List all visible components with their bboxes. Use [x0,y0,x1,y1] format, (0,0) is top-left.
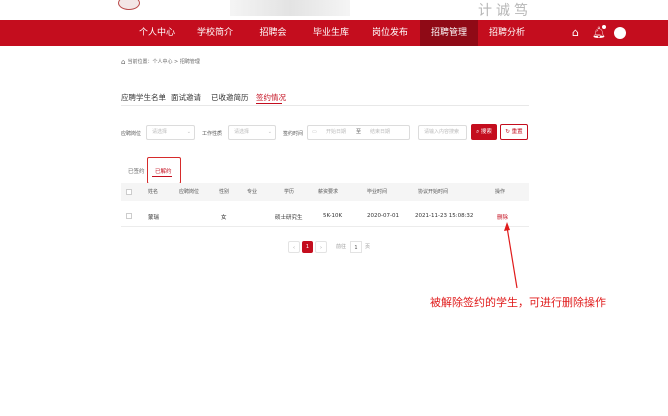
select-all-checkbox[interactable] [126,189,132,195]
position-filter-label: 应聘岗位 [121,131,142,137]
reset-button-label: 重置 [511,129,523,135]
breadcrumb: ⌂ 当前位置：个人中心 > 招聘管理 [121,58,200,66]
job-type-select[interactable]: 请选择 ⌄ [228,125,276,140]
col-gender: 性别 [219,189,230,195]
cell-name: 蒙瑞 [148,215,160,221]
nav-item-graduate-library[interactable]: 毕业生库 [302,20,360,46]
avatar[interactable] [614,27,626,39]
cell-education: 硕士研究生 [275,215,303,221]
tab-interview-invites[interactable]: 面试邀请 [171,92,201,103]
tab-applicants[interactable]: 应聘学生名单 [121,92,166,103]
breadcrumb-prefix: 当前位置： [127,59,153,65]
banner-calligraphy: 计诚笃 [478,3,532,19]
col-name: 姓名 [148,189,159,195]
prev-page-button[interactable]: ‹ [288,241,300,253]
nav-item-post-job[interactable]: 岗位发布 [360,20,420,46]
nav-item-personal-center[interactable]: 个人中心 [128,20,186,46]
notification-badge [601,24,607,30]
job-type-filter-label: 工作性质 [202,131,223,137]
nav-item-job-fair[interactable]: 招聘会 [244,20,302,46]
cell-grad-time: 2020-07-01 [367,213,399,219]
sign-date-range[interactable]: ▭ 开始日期 至 结束日期 [307,125,410,140]
reset-button[interactable]: ↻ 重置 [500,124,528,140]
chevron-down-icon: ⌄ [267,129,272,135]
row-divider [121,226,529,227]
school-logo [118,0,140,10]
keyword-search-input[interactable]: 请输入内容搜索 [418,125,467,140]
col-major: 专业 [247,189,258,195]
row-checkbox[interactable] [126,213,132,219]
tab-sign-status[interactable]: 签约情况 [256,92,286,103]
cell-gender: 女 [221,215,227,221]
breadcrumb-path[interactable]: 个人中心 > 招聘管理 [152,59,199,65]
page-current[interactable]: 1 [302,241,313,253]
nav-item-school-intro[interactable]: 学校简介 [186,20,244,46]
highlight-box [147,157,181,184]
tabs-divider [121,105,529,106]
position-select[interactable]: 请选择 ⌄ [146,125,195,140]
job-type-select-placeholder: 请选择 [234,129,250,135]
col-grad-time: 毕业时间 [367,189,388,195]
active-tab-underline [256,103,282,104]
sign-time-filter-label: 签约时间 [283,131,304,137]
home-icon[interactable]: ⌂ [572,26,579,40]
cell-salary: 5K-10K [323,213,343,219]
goto-page-input[interactable]: 1 [350,241,362,253]
col-position: 应聘岗位 [179,189,200,195]
main-nav: 个人中心 学校简介 招聘会 毕业生库 岗位发布 招聘管理 招聘分析 ⌂ 🔔︎ [0,20,668,46]
page-suffix: 页 [365,244,371,250]
banner-decoration [230,0,350,16]
delete-link[interactable]: 删除 [497,213,508,221]
col-actions: 操作 [495,189,506,195]
calendar-icon: ▭ [312,129,317,135]
nav-item-recruit-analysis[interactable]: 招聘分析 [478,20,536,46]
position-select-placeholder: 请选择 [152,129,168,135]
nav-item-recruit-management[interactable]: 招聘管理 [420,20,478,46]
col-salary: 薪资要求 [318,189,339,195]
chevron-down-icon: ⌄ [186,129,191,135]
next-page-button[interactable]: › [315,241,327,253]
annotation-arrow [504,222,518,289]
location-icon: ⌂ [121,58,126,66]
end-date-input[interactable]: 结束日期 [370,126,390,139]
top-banner: 计诚笃 [0,0,668,20]
refresh-icon: ↻ [505,129,510,135]
col-education: 学历 [284,189,295,195]
search-button[interactable]: ⌕ 搜索 [471,124,497,140]
cell-start-time: 2021-11-23 15:08:32 [415,213,474,219]
tab-received-resumes[interactable]: 已收邀简历 [211,92,249,103]
start-date-input[interactable]: 开始日期 [326,126,346,139]
range-separator: 至 [356,129,362,135]
col-start-time: 协议开始时间 [418,189,449,195]
search-icon: ⌕ [476,129,480,135]
goto-label: 前往 [336,244,347,250]
annotation-note: 被解除签约的学生，可进行删除操作 [430,296,606,309]
search-button-label: 搜索 [480,129,492,135]
subtab-signed[interactable]: 已签约 [128,167,145,175]
